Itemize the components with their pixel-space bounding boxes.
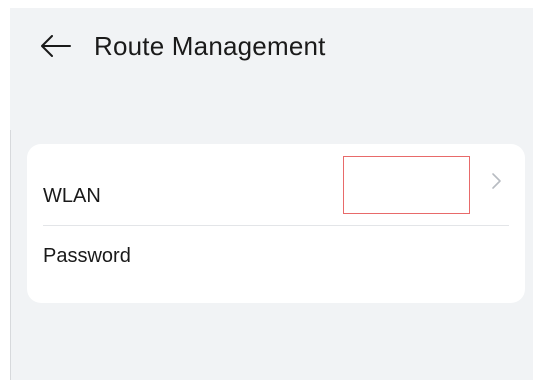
settings-row-password[interactable]: Password <box>27 228 525 284</box>
row-divider <box>43 225 509 226</box>
settings-card: WLAN Password <box>27 144 525 303</box>
left-edge-divider <box>10 130 11 380</box>
password-label: Password <box>43 244 131 267</box>
arrow-left-icon[interactable] <box>40 30 72 62</box>
wlan-value-field[interactable] <box>343 156 470 214</box>
chevron-right-icon[interactable] <box>490 171 504 191</box>
top-app-bar: Route Management <box>40 28 326 64</box>
wlan-label: WLAN <box>43 184 101 207</box>
page-title: Route Management <box>94 30 326 61</box>
